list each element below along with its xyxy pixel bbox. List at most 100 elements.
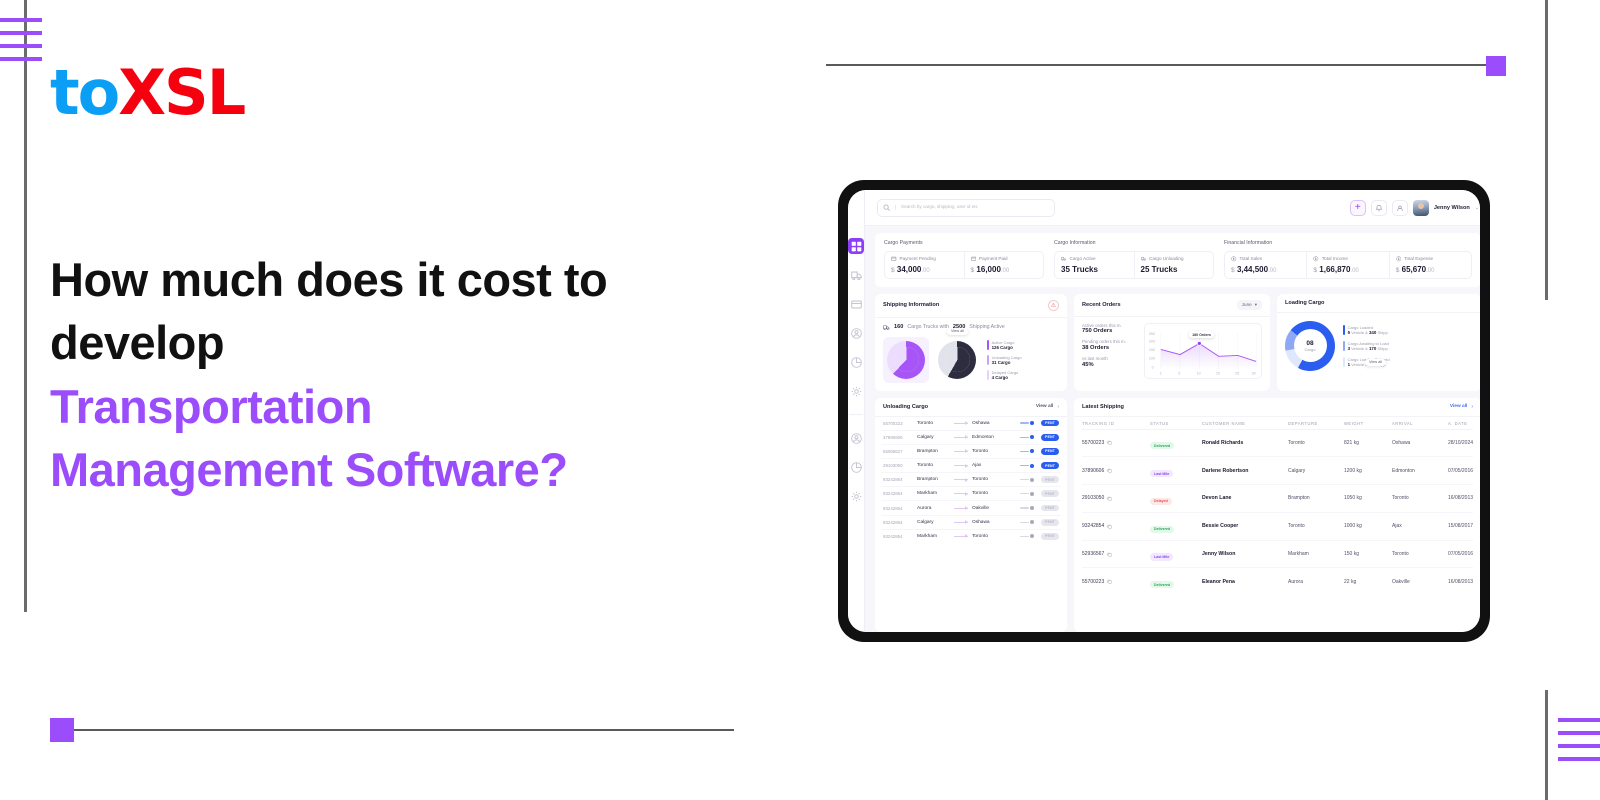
sidebar-item-reports[interactable] [848, 354, 864, 370]
table-row[interactable]: 93242854 Brampton Toronto PENT [881, 473, 1061, 488]
arrival-date: 28/10/2024 [1448, 439, 1474, 446]
stat-group-cargo-information: Cargo Information Cargo Active 35 Trucks… [1054, 240, 1215, 279]
table-row[interactable]: 29103050 Toronto Ajax PENT [881, 459, 1061, 474]
status-badge[interactable]: PENT [1041, 448, 1059, 455]
column-header: TRACKING ID [1082, 420, 1115, 426]
chevron-right-icon[interactable]: › [1057, 404, 1059, 410]
table-body: 55700223 Delivered Ronald Richards Toronto 8… [1082, 430, 1474, 596]
table-row[interactable]: 37890606 Last Mile Darlene Robertson Calgar… [1082, 457, 1474, 486]
avatar[interactable] [1412, 199, 1429, 216]
table-row[interactable]: 55700223 Delivered Eleanor Pena Aurora 22 kg… [1082, 568, 1473, 595]
deco-hline-4 [0, 57, 42, 61]
loading-cargo-view-all[interactable]: View all [1365, 358, 1387, 366]
stat-total-income[interactable]: Total Income $ 1,66,870.00 [1307, 252, 1390, 278]
chevron-down-icon[interactable]: ⌄ [1475, 205, 1479, 211]
headline-line-4: Management Software? [50, 443, 568, 497]
arrival-date: 16/08/2013 [1448, 578, 1474, 585]
search-placeholder: Search by cargo, shipping, user id etc [895, 205, 978, 210]
copy-icon[interactable] [1107, 468, 1112, 473]
panel-title: Latest Shipping [1082, 403, 1124, 410]
shipping-information-panel: Shipping Information ⚠ 160 Cargo Trucks … [875, 293, 1067, 391]
copy-icon[interactable] [1107, 440, 1112, 446]
copy-icon[interactable] [1107, 579, 1112, 584]
origin: Toronto [917, 463, 933, 469]
table-row[interactable]: 55700223 Toronto Oshawa PENT [881, 417, 1061, 431]
stat-payment-paid[interactable]: Payment Paid $ 16,000.00 [965, 252, 1043, 278]
customer-name: Eleanor Pena [1202, 578, 1235, 585]
recent-orders-stats: Active orders this m. 750 Orders Pending … [1082, 323, 1138, 379]
status-badge[interactable]: PENT [1041, 504, 1059, 512]
sidebar-item-analytics[interactable] [848, 459, 864, 475]
arrival-date: 07/05/2016 [1448, 467, 1474, 474]
svg-text:30: 30 [1252, 371, 1256, 375]
donut-value: 08 [1306, 339, 1314, 347]
customer-name: Ronald Richards [1202, 439, 1244, 446]
notifications-button[interactable] [1370, 199, 1387, 216]
status-badge[interactable]: PENT [1041, 419, 1059, 427]
status-badge[interactable]: PENT [1041, 518, 1059, 526]
inbox-icon [1396, 205, 1403, 211]
progress-indicator [1020, 421, 1035, 426]
status-badge[interactable]: PENT [1041, 476, 1059, 484]
stat-total-expense[interactable]: Total Expense $ 65,670.00 [1390, 252, 1471, 278]
table-row[interactable]: 93242854 Aurora Oakville PENT [881, 501, 1061, 516]
stat-cargo-active[interactable]: Cargo Active 35 Trucks [1055, 252, 1135, 278]
table-row[interactable]: 93242854 Calgary Oshawa PENT [881, 516, 1061, 530]
table-row[interactable]: 55069627 Brampton Toronto PENT [881, 445, 1061, 459]
loading-cargo-donut: 08 Cargo [1285, 320, 1335, 371]
payment-icon [891, 256, 897, 261]
add-button[interactable]: + [1349, 199, 1366, 216]
copy-icon[interactable] [1107, 496, 1112, 501]
table-row[interactable]: 93242854 Delivered Bessie Cooper Toronto 100… [1082, 513, 1474, 541]
sidebar-item-dashboard[interactable] [848, 238, 864, 254]
status-badge[interactable]: PENT [1041, 462, 1059, 469]
stat-cargo-unloading[interactable]: Cargo Unloading 25 Trucks [1135, 252, 1213, 278]
status-badge: Last Mile [1150, 553, 1174, 561]
tracking-id: 52936567 [1082, 551, 1150, 557]
dollar-icon [1395, 256, 1401, 262]
sidebar-item-settings[interactable] [848, 383, 864, 399]
table-row[interactable]: 37890606 Calgary Edmonton PENT [881, 431, 1061, 445]
sidebar-item-payments[interactable] [848, 296, 864, 312]
table-row[interactable]: 52936567 Last Mile Jenny Wilson Markham 150 … [1082, 541, 1474, 569]
sidebar-item-preferences[interactable] [848, 488, 864, 504]
inbox-button[interactable] [1391, 199, 1408, 216]
chevron-right-icon[interactable]: › [1471, 404, 1473, 410]
alert-icon[interactable]: ⚠ [1048, 299, 1059, 311]
copy-icon[interactable] [1107, 552, 1112, 557]
stat-payment-pending[interactable]: Payment Pending $ 34,000.00 [885, 252, 965, 278]
table-row[interactable]: 93242854 Markham Toronto PENT [881, 487, 1061, 502]
deco-square-bottomleft [50, 718, 74, 742]
latest-shipping-view-all[interactable]: View all [1450, 404, 1468, 409]
stat-value: 16,000 [976, 264, 1001, 274]
unloading-view-all[interactable]: View all [1036, 404, 1054, 409]
arrow-right-icon [954, 463, 968, 468]
status-badge[interactable]: PENT [1041, 490, 1059, 498]
legend-title: Delayed Cargo [991, 369, 1019, 375]
status-badge[interactable]: PENT [1041, 532, 1059, 540]
table-row[interactable]: 29103050 Delayed Devon Lane Brampton 1050 kg… [1082, 485, 1474, 513]
stat-label: Cargo Active [1069, 256, 1096, 262]
customer-name: Darlene Robertson [1202, 467, 1249, 474]
sidebar-item-profile[interactable] [848, 430, 864, 446]
status-badge[interactable]: PENT [1041, 433, 1059, 441]
sidebar-item-users[interactable] [848, 325, 864, 341]
search-input[interactable]: Search by cargo, shipping, user id etc [877, 198, 1055, 217]
legend-suffix: Shipp. [1377, 345, 1389, 351]
origin: Markham [917, 491, 937, 497]
table-row[interactable]: 55700223 Delivered Ronald Richards Toronto 8… [1082, 430, 1474, 458]
shipping-view-all[interactable]: View all [947, 327, 969, 335]
logo-text-to: to [50, 56, 120, 129]
destination: Toronto [972, 477, 988, 483]
period-select[interactable]: June ▾ [1236, 299, 1262, 310]
progress-indicator [1020, 463, 1035, 468]
copy-icon[interactable] [1107, 524, 1112, 529]
bottom-row: Unloading Cargo View all › 55700223 Toron… [875, 397, 1480, 632]
stat-group-title: Cargo Payments [884, 240, 923, 246]
stat-total-sales[interactable]: Total Sales $ 3,44,500.00 [1225, 252, 1308, 278]
deco-vertical-line-right [1545, 0, 1548, 300]
progress-indicator [1020, 449, 1035, 454]
chart-tooltip: 180 Orders [1189, 331, 1214, 339]
table-row[interactable]: 93242854 Markham Toronto PENT [881, 530, 1061, 543]
sidebar-item-fleet[interactable] [848, 267, 864, 283]
